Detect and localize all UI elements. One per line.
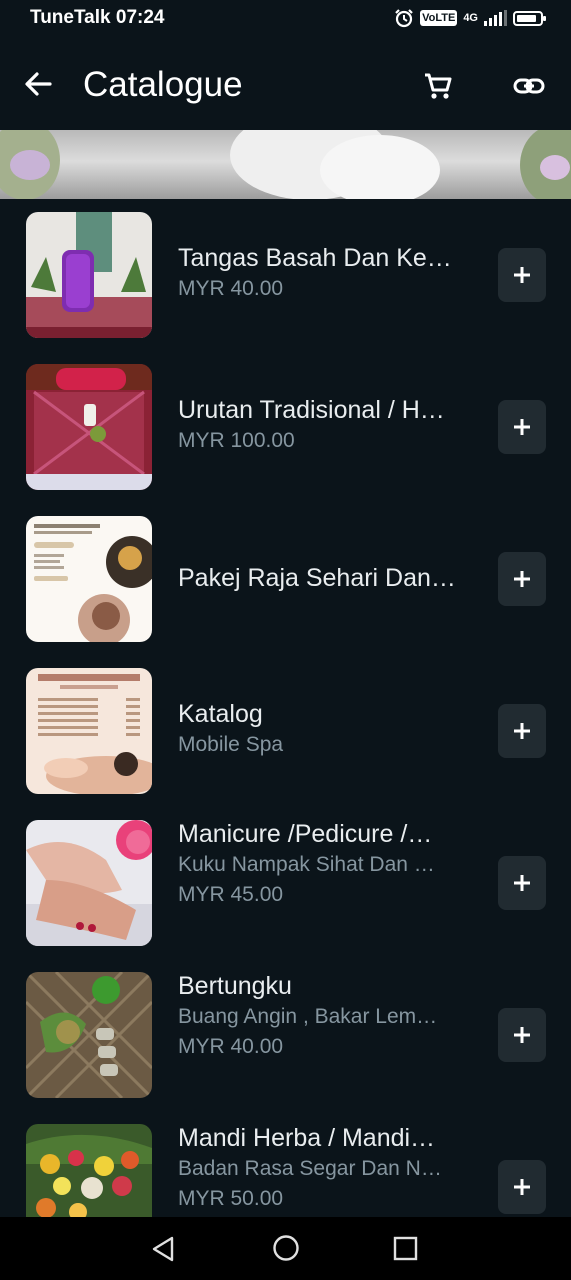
item-description: Buang Angin , Bakar Lem… [178,1005,438,1028]
network-type: 4G [463,11,478,24]
catalogue-item[interactable]: Bertungku Buang Angin , Bakar Lem… MYR 4… [0,959,571,1111]
status-bar: TuneTalk 07:24 VoLTE 4G [0,0,571,36]
item-name: Manicure /Pedicure /… [178,820,433,848]
battery-level [517,14,536,22]
item-text: Bertungku Buang Angin , Bakar Lem… MYR 4… [178,970,463,1062]
plus-icon [514,875,530,891]
battery-icon [513,10,546,26]
back-arrow-icon [25,72,52,96]
cart-button[interactable] [420,68,456,104]
item-thumbnail [26,820,152,946]
catalogue-item[interactable]: Pakej Raja Sehari Dan… [0,503,571,655]
catalogue-item[interactable]: Mandi Herba / Mandi… Badan Rasa Segar Da… [0,1111,571,1217]
item-description: Kuku Nampak Sihat Dan … [178,853,435,876]
plus-icon [514,1027,530,1043]
add-to-cart-button[interactable] [498,1160,546,1214]
add-to-cart-button[interactable] [498,704,546,758]
catalogue-item[interactable]: Tangas Basah Dan Ke… MYR 40.00 [0,199,571,351]
system-navigation-bar [0,1217,571,1280]
item-price: MYR 40.00 [178,1035,284,1058]
nav-home-icon [273,1235,299,1261]
plus-icon [514,1179,530,1195]
catalogue-item[interactable]: Katalog Mobile Spa [0,655,571,807]
add-to-cart-button[interactable] [498,248,546,302]
nav-back-button[interactable] [148,1234,178,1269]
link-icon [513,78,545,94]
back-button[interactable] [20,66,56,102]
item-description: Badan Rasa Segar Dan N… [178,1157,442,1180]
nav-home-button[interactable] [272,1234,300,1267]
item-name: Tangas Basah Dan Ke… [178,244,452,272]
add-to-cart-button[interactable] [498,552,546,606]
item-name: Pakej Raja Sehari Dan… [178,564,456,592]
nav-recents-button[interactable] [393,1236,419,1267]
item-thumbnail [26,972,152,1098]
nav-back-icon [152,1236,174,1262]
item-text: Manicure /Pedicure /… Kuku Nampak Sihat … [178,818,463,910]
item-thumbnail [26,668,152,794]
item-text: Urutan Tradisional / H… MYR 100.00 [178,394,463,456]
status-left: TuneTalk 07:24 [30,7,164,29]
item-name: Bertungku [178,972,292,1000]
item-description: Mobile Spa [178,733,284,756]
item-text: Pakej Raja Sehari Dan… [178,562,463,594]
item-price: MYR 100.00 [178,429,295,452]
share-link-button[interactable] [510,68,548,104]
catalogue-list: Tangas Basah Dan Ke… MYR 40.00 Urutan Tr… [0,199,571,1217]
item-name: Urutan Tradisional / H… [178,396,445,424]
nav-recents-icon [393,1236,418,1261]
signal-icon [484,10,507,26]
plus-icon [514,267,530,283]
item-text: Tangas Basah Dan Ke… MYR 40.00 [178,242,463,304]
item-thumbnail [26,212,152,338]
item-thumbnail [26,364,152,490]
item-thumbnail [26,1124,152,1217]
catalogue-item[interactable]: Manicure /Pedicure /… Kuku Nampak Sihat … [0,807,571,959]
item-price: MYR 50.00 [178,1187,284,1210]
item-text: Mandi Herba / Mandi… Badan Rasa Segar Da… [178,1122,463,1214]
item-thumbnail [26,516,152,642]
plus-icon [514,723,530,739]
item-price: MYR 40.00 [178,277,284,300]
item-name: Mandi Herba / Mandi… [178,1124,436,1152]
item-name: Katalog [178,700,263,728]
app-bar: Catalogue [0,36,571,130]
add-to-cart-button[interactable] [498,1008,546,1062]
clock-time: 07:24 [115,7,165,28]
plus-icon [514,419,530,435]
item-text: Katalog Mobile Spa [178,698,463,760]
item-price: MYR 45.00 [178,883,284,906]
page-title: Catalogue [83,65,243,104]
status-icons: VoLTE 4G [394,6,546,30]
volte-icon: VoLTE [420,10,458,26]
alarm-icon [395,9,413,28]
cart-icon [425,73,452,99]
add-to-cart-button[interactable] [498,400,546,454]
add-to-cart-button[interactable] [498,856,546,910]
catalogue-item[interactable]: Urutan Tradisional / H… MYR 100.00 [0,351,571,503]
plus-icon [514,571,530,587]
carrier-name: TuneTalk [30,7,111,28]
catalogue-cover-image [0,130,571,199]
